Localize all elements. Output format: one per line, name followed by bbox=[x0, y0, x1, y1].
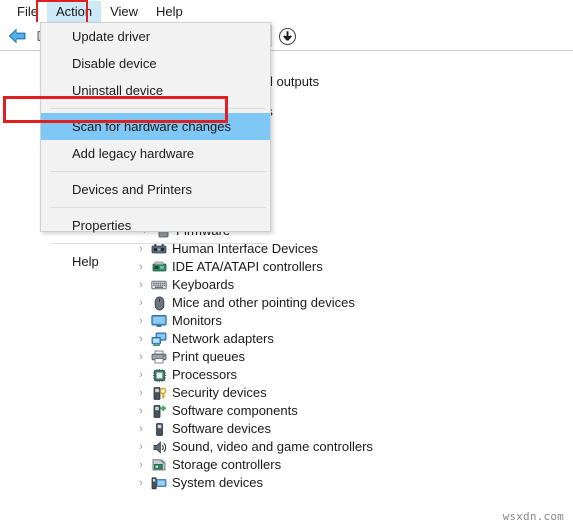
tree-item-label: Processors bbox=[172, 367, 238, 382]
toolbar-separator-right bbox=[271, 25, 272, 47]
chevron-right-icon[interactable]: › bbox=[133, 311, 149, 331]
security-device-icon bbox=[149, 386, 169, 401]
back-arrow-icon bbox=[8, 28, 27, 44]
tree-item-processors[interactable]: › Processors bbox=[133, 365, 237, 385]
menu-item-disable-device[interactable]: Disable device bbox=[41, 50, 270, 77]
menu-item-properties[interactable]: Properties bbox=[41, 212, 270, 239]
printer-icon bbox=[149, 350, 169, 364]
software-device-icon bbox=[149, 422, 169, 437]
menu-separator bbox=[51, 171, 266, 172]
keyboard-icon bbox=[149, 279, 169, 291]
tree-item-network-adapters[interactable]: › Network adapters bbox=[133, 329, 274, 349]
tree-item-label: Print queues bbox=[172, 349, 245, 364]
tree-item-mice-and-pointing-devices[interactable]: › Mice and other pointing devices bbox=[133, 293, 355, 313]
tree-item-system-devices[interactable]: › System devices bbox=[133, 473, 263, 493]
tree-item-keyboards[interactable]: › Keyboards bbox=[133, 275, 234, 295]
tree-item-label: Storage controllers bbox=[172, 457, 282, 472]
tree-item-software-devices[interactable]: › Software devices bbox=[133, 419, 271, 439]
menu-bar: File Action View Help bbox=[0, 0, 573, 22]
menu-item-uninstall-device[interactable]: Uninstall device bbox=[41, 77, 270, 104]
network-adapter-icon bbox=[149, 332, 169, 347]
menu-item-help[interactable]: Help bbox=[41, 248, 270, 275]
action-dropdown-menu: Update driver Disable device Uninstall d… bbox=[40, 22, 271, 269]
system-device-icon bbox=[149, 476, 169, 491]
tree-item-label: Mice and other pointing devices bbox=[172, 295, 355, 310]
tree-item-label: Network adapters bbox=[172, 331, 274, 346]
menu-item-add-legacy-hardware[interactable]: Add legacy hardware bbox=[41, 140, 270, 167]
tree-item-storage-controllers[interactable]: › Storage controllers bbox=[133, 455, 281, 475]
chevron-right-icon[interactable]: › bbox=[133, 383, 149, 403]
chevron-right-icon[interactable]: › bbox=[133, 455, 149, 475]
menubar-item-file[interactable]: File bbox=[8, 1, 47, 22]
menu-item-update-driver[interactable]: Update driver bbox=[41, 23, 270, 50]
menu-item-devices-and-printers[interactable]: Devices and Printers bbox=[41, 176, 270, 203]
chevron-right-icon[interactable]: › bbox=[133, 329, 149, 349]
tree-item-monitors[interactable]: › Monitors bbox=[133, 311, 222, 331]
scan-for-hardware-changes-icon bbox=[278, 27, 297, 46]
tree-item-label: Software components bbox=[172, 403, 298, 418]
toolbar-back-button[interactable] bbox=[4, 23, 30, 49]
tree-item-label: Software devices bbox=[172, 421, 271, 436]
menu-separator bbox=[51, 207, 266, 208]
menubar-item-view[interactable]: View bbox=[101, 1, 147, 22]
tree-item-print-queues[interactable]: › Print queues bbox=[133, 347, 245, 367]
menubar-item-help[interactable]: Help bbox=[147, 1, 192, 22]
tree-item-software-components[interactable]: › Software components bbox=[133, 401, 298, 421]
processor-icon bbox=[149, 368, 169, 383]
chevron-right-icon[interactable]: › bbox=[133, 347, 149, 367]
menu-item-scan-for-hardware-changes[interactable]: Scan for hardware changes bbox=[41, 113, 270, 140]
storage-controller-icon bbox=[149, 458, 169, 473]
toolbar-scan-for-hardware-changes-button[interactable] bbox=[274, 23, 300, 49]
tree-item-sound-video-game-controllers[interactable]: › Sound, video and game controllers bbox=[133, 437, 373, 457]
sound-icon bbox=[149, 440, 169, 455]
tree-item-label: Keyboards bbox=[172, 277, 235, 292]
monitor-icon bbox=[149, 314, 169, 328]
tree-item-security-devices[interactable]: › Security devices bbox=[133, 383, 267, 403]
chevron-right-icon[interactable]: › bbox=[133, 365, 149, 385]
menu-separator bbox=[51, 108, 266, 109]
watermark: wsxdn.com bbox=[502, 510, 564, 523]
tree-item-label: Sound, video and game controllers bbox=[172, 439, 373, 454]
software-component-icon bbox=[149, 404, 169, 419]
chevron-right-icon[interactable]: › bbox=[133, 275, 149, 295]
chevron-right-icon[interactable]: › bbox=[133, 401, 149, 421]
mouse-icon bbox=[149, 296, 169, 311]
chevron-right-icon[interactable]: › bbox=[133, 293, 149, 313]
tree-item-label: System devices bbox=[172, 475, 264, 490]
menubar-item-action[interactable]: Action bbox=[46, 0, 102, 22]
tree-item-label: Security devices bbox=[172, 385, 267, 400]
tree-item-label: Monitors bbox=[172, 313, 222, 328]
chevron-right-icon[interactable]: › bbox=[133, 437, 149, 457]
chevron-right-icon[interactable]: › bbox=[133, 473, 149, 493]
chevron-right-icon[interactable]: › bbox=[133, 419, 149, 439]
menu-separator bbox=[51, 243, 266, 244]
